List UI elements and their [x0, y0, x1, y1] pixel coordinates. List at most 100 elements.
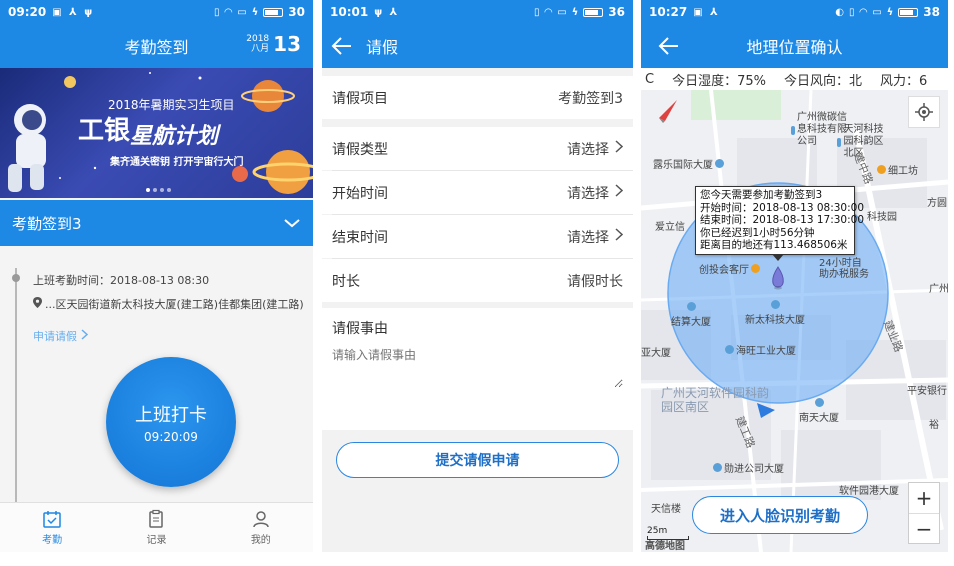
sim-icon: ▭ — [557, 6, 567, 18]
map-poi: 南天大厦 — [799, 398, 839, 424]
building-icon — [715, 159, 724, 168]
building-icon — [814, 398, 824, 407]
banner-title: 2018年暑期实习生项目 — [108, 98, 235, 112]
bottom-tab-bar: 考勤 记录 我的 — [0, 502, 313, 552]
poi-label: 裕 — [929, 420, 939, 431]
poi-label: 露乐国际大厦 — [653, 160, 713, 171]
poi-label: 海旺工业大厦 — [736, 346, 796, 357]
district-label: 广州天河软件园科韵园区南区 — [661, 386, 770, 414]
punch-time: 09:20:09 — [144, 430, 198, 444]
date-display: 2018 八月 13 — [246, 32, 301, 56]
chevron-right-icon — [615, 228, 624, 245]
carousel-dots — [146, 188, 171, 192]
attendance-info-popup: 您今天需要参加考勤签到3 开始时间：2018-08-13 08:30:00 结束… — [695, 186, 865, 260]
charging-icon: ϟ — [571, 6, 579, 18]
vibrate-icon: ▯ — [849, 6, 855, 18]
duration-row: 时长 请假时长 — [322, 259, 633, 302]
banner-slogan: 星航计划 — [130, 124, 219, 149]
tab-label: 我的 — [250, 535, 271, 546]
leave-type-row[interactable]: 请假类型 请选择 — [322, 127, 633, 170]
building-icon — [686, 302, 696, 311]
carousel-dot — [160, 188, 164, 192]
location-text: ...区天园街道新太科技大厦(建工路)佳都集团(建工路) — [45, 298, 304, 311]
reason-input[interactable] — [332, 346, 623, 388]
face-recognition-button[interactable]: 进入人脸识别考勤 — [692, 496, 868, 534]
poi-label: 广州 — [929, 284, 948, 295]
popup-line: 开始时间：2018-08-13 08:30:00 — [700, 201, 865, 214]
building-icon — [837, 137, 842, 147]
back-arrow-icon[interactable] — [322, 37, 362, 55]
poi-label: 平安银行 — [907, 386, 947, 397]
sim-icon: ▭ — [237, 6, 247, 18]
punch-label: 上班打卡 — [135, 405, 207, 426]
battery-percent: 36 — [608, 5, 625, 19]
banner-logo: 工银 — [78, 116, 131, 146]
map-poi: 爱立信 — [655, 218, 685, 233]
poi-label: 天信楼 — [651, 504, 681, 515]
map-poi: 方圆 — [927, 194, 947, 209]
status-time: 09:20 — [8, 5, 47, 19]
notification-icons: ▣ ⅄ — [693, 6, 720, 18]
carousel-dot — [146, 188, 150, 192]
map-scale: 25m — [647, 526, 668, 536]
tab-attendance[interactable]: 考勤 — [0, 503, 104, 552]
page-title: 请假 — [366, 38, 399, 57]
weather-humidity: 今日湿度：75% — [672, 73, 766, 89]
battery-percent: 30 — [288, 5, 305, 19]
map-poi: 平安银行 — [907, 382, 947, 397]
carousel-dot — [167, 188, 171, 192]
status-right: ▯ ◠ ▭ ϟ 30 — [214, 5, 305, 19]
task-selector[interactable]: 考勤签到3 — [0, 200, 313, 246]
notification-icons: ▣ ⅄ ψ — [52, 6, 95, 18]
leave-project-row: 请假项目 考勤签到3 — [322, 76, 633, 119]
app-bar: 地理位置确认 — [641, 24, 948, 68]
poi-label: 新太科技大厦 — [745, 315, 805, 326]
apply-leave-link[interactable]: 申请请假 — [33, 328, 89, 344]
punch-in-button[interactable]: 上班打卡 09:20:09 — [106, 357, 236, 487]
app-bar: 考勤签到 2018 八月 13 — [0, 24, 313, 68]
poi-label: 爱立信 — [655, 222, 685, 233]
promo-banner[interactable]: 2018年暑期实习生项目 工银 星航计划 集齐通关密钥 打开宇宙行大门 — [0, 68, 313, 198]
locate-me-button[interactable] — [908, 96, 940, 128]
building-icon — [791, 125, 796, 135]
start-time-row[interactable]: 开始时间 请选择 — [322, 171, 633, 214]
row-label: 请假项目 — [332, 90, 388, 107]
status-bar: 10:01 ψ ⅄ ▯ ◠ ▭ ϟ 36 — [322, 0, 633, 24]
status-right: ◐ ▯ ◠ ▭ ϟ 38 — [835, 5, 940, 19]
crosshair-icon — [915, 103, 933, 121]
poi-label: 结算大厦 — [671, 317, 711, 328]
tab-profile[interactable]: 我的 — [209, 503, 313, 552]
tab-label: 考勤 — [42, 535, 63, 546]
checkin-time: 上班考勤时间：2018-08-13 08:30 — [33, 274, 210, 287]
map-poi: 24小时自助办税服务 — [819, 258, 871, 280]
zoom-out-button[interactable]: − — [909, 513, 939, 543]
date-day: 13 — [273, 32, 301, 56]
chevron-down-icon[interactable] — [283, 214, 301, 232]
tab-records[interactable]: 记录 — [104, 503, 208, 552]
map-poi: 天信楼 — [651, 500, 681, 515]
shop-icon — [751, 264, 760, 273]
chevron-right-icon — [81, 329, 89, 343]
date-month: 八月 — [251, 44, 270, 54]
status-bar: 09:20 ▣ ⅄ ψ ▯ ◠ ▭ ϟ 30 — [0, 0, 313, 24]
poi-label: 方圆 — [927, 198, 947, 209]
battery-icon — [583, 7, 604, 17]
status-time: 10:27 — [649, 5, 688, 19]
poi-label: 细工坊 — [888, 166, 918, 177]
tab-label: 记录 — [146, 535, 167, 546]
checkin-card: 上班考勤时间：2018-08-13 08:30 ...区天园街道新太科技大厦(建… — [0, 246, 313, 502]
chevron-right-icon — [615, 140, 624, 157]
zoom-in-button[interactable]: + — [909, 483, 939, 513]
location-line: ...区天园街道新太科技大厦(建工路)佳都集团(建工路) — [33, 296, 304, 312]
building-icon — [770, 300, 780, 309]
map-poi: 海旺工业大厦 — [725, 342, 796, 357]
map-poi: 科技园 — [867, 208, 897, 223]
task-name: 考勤签到3 — [12, 214, 82, 233]
calendar-check-icon — [43, 511, 61, 528]
banner-subtitle: 集齐通关密钥 打开宇宙行大门 — [110, 157, 244, 168]
end-time-row[interactable]: 结束时间 请选择 — [322, 215, 633, 258]
submit-leave-button[interactable]: 提交请假申请 — [336, 442, 619, 478]
map-view[interactable]: 广州微碳信息科技有限公司 天河科技园科韵区北区 露乐国际大厦 细工坊 爱立信 科… — [641, 90, 948, 552]
popup-line: 你已经迟到1小时56分钟 — [700, 226, 815, 239]
reason-section: 请假事由 — [322, 308, 633, 430]
